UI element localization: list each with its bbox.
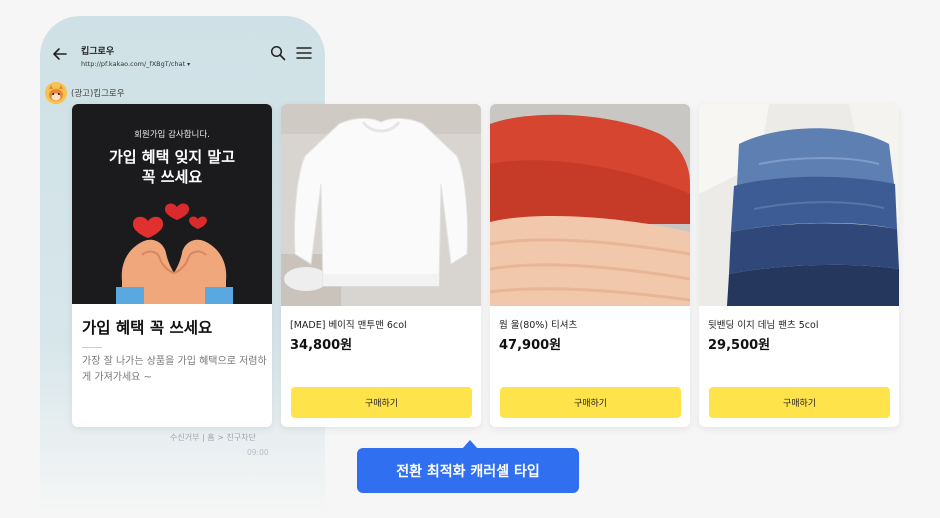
product-name: [MADE] 베이직 맨투맨 6col: [290, 320, 407, 331]
chat-url-text: http://pf.kakao.com/_fXBgT/chat: [81, 60, 186, 68]
product-name: 뒷밴딩 이지 데님 팬츠 5col: [708, 320, 819, 331]
chevron-down-icon: ▾: [187, 61, 191, 68]
heart-hands-icon: [116, 203, 233, 304]
avatar[interactable]: [45, 82, 67, 104]
promo-card[interactable]: 회원가입 감사합니다. 가입 혜택 잊지 말고 꼭 쓰세요 가입 혜택 꼭 쓰세…: [72, 104, 272, 427]
knit-shirts-image: [490, 104, 690, 306]
product-image-knit: [490, 104, 690, 306]
divider: [82, 347, 102, 348]
sender-name: (광고)킵그로우: [71, 89, 125, 99]
product-name: 웜 울(80%) 티셔츠: [499, 320, 578, 331]
product-card[interactable]: 웜 울(80%) 티셔츠 47,900원 구매하기: [490, 104, 690, 427]
product-price: 34,800원: [290, 338, 353, 353]
unsubscribe-footer[interactable]: 수신거부 | 홈 > 친구차단: [170, 432, 256, 443]
buy-button[interactable]: 구매하기: [500, 387, 681, 418]
denim-pants-image: [699, 104, 899, 306]
promo-headline: 가입 혜택 잊지 말고 꼭 쓰세요: [72, 147, 272, 187]
back-arrow-icon[interactable]: [52, 46, 68, 62]
chat-url[interactable]: http://pf.kakao.com/_fXBgT/chat ▾: [81, 60, 190, 68]
message-time: 09:00: [247, 448, 269, 457]
buy-button[interactable]: 구매하기: [709, 387, 890, 418]
promo-title: 가입 혜택 꼭 쓰세요: [82, 319, 213, 337]
carousel-type-label: 전환 최적화 캐러셀 타입: [357, 448, 579, 493]
promo-small-text: 회원가입 감사합니다.: [134, 130, 210, 140]
message-sender: (광고)킵그로우: [45, 82, 285, 104]
chat-title: 킵그로우: [81, 47, 115, 57]
product-image-denim: [699, 104, 899, 306]
sweatshirt-image: [281, 104, 481, 306]
product-image-sweatshirt: [281, 104, 481, 306]
search-icon[interactable]: [270, 45, 286, 61]
buy-button[interactable]: 구매하기: [291, 387, 472, 418]
product-price: 29,500원: [708, 338, 771, 353]
promo-headline-line2: 꼭 쓰세요: [141, 168, 203, 186]
product-card[interactable]: [MADE] 베이직 맨투맨 6col 34,800원 구매하기: [281, 104, 481, 427]
chat-header: 킵그로우 http://pf.kakao.com/_fXBgT/chat ▾: [40, 34, 325, 78]
character-avatar-icon: [45, 82, 67, 104]
promo-description: 가장 잘 나가는 상품을 가입 혜택으로 저렴하게 가져가세요 ~: [82, 356, 267, 383]
promo-headline-line1: 가입 혜택 잊지 말고: [108, 148, 236, 166]
product-card[interactable]: 뒷밴딩 이지 데님 팬츠 5col 29,500원 구매하기: [699, 104, 899, 427]
hamburger-menu-icon[interactable]: [296, 46, 312, 60]
product-price: 47,900원: [499, 338, 562, 353]
promo-banner: 회원가입 감사합니다. 가입 혜택 잊지 말고 꼭 쓰세요: [72, 104, 272, 304]
